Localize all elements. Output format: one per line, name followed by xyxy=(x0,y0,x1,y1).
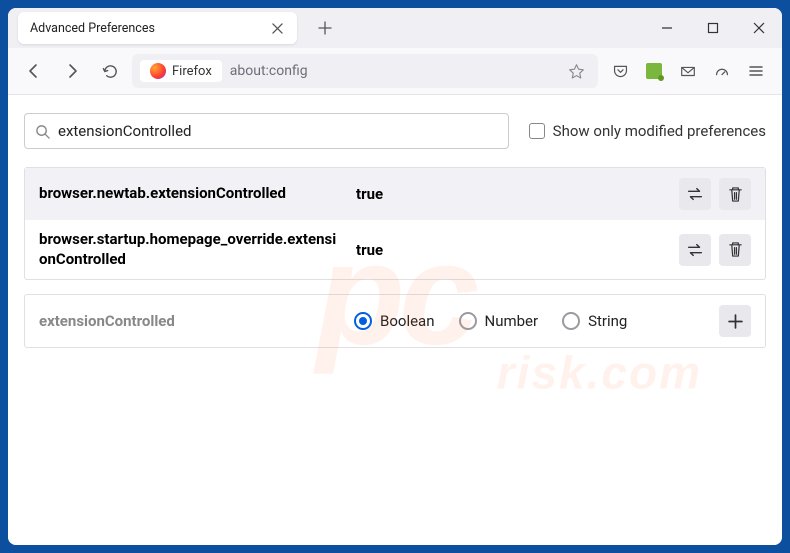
results-group: browser.newtab.extensionControlled true … xyxy=(24,167,766,280)
maximize-icon xyxy=(707,22,719,34)
minimize-icon xyxy=(661,22,673,34)
new-tab-button[interactable] xyxy=(311,14,339,42)
search-icon xyxy=(35,124,50,139)
pref-name: browser.startup.homepage_override.extens… xyxy=(39,230,344,269)
reload-button[interactable] xyxy=(94,55,126,87)
extension-button[interactable] xyxy=(638,55,670,87)
radio-icon xyxy=(354,312,372,330)
row-actions xyxy=(679,178,751,210)
mail-button[interactable] xyxy=(672,55,704,87)
toggle-button[interactable] xyxy=(679,234,711,266)
extension-icon xyxy=(646,63,662,79)
radio-string[interactable]: String xyxy=(562,312,627,330)
search-box[interactable] xyxy=(24,113,509,149)
delete-button[interactable] xyxy=(719,234,751,266)
toggle-button[interactable] xyxy=(679,178,711,210)
toolbar-icons xyxy=(604,55,772,87)
radio-number[interactable]: Number xyxy=(459,312,539,330)
pref-value: true xyxy=(356,241,667,259)
back-icon xyxy=(25,62,43,80)
pref-row[interactable]: browser.startup.homepage_override.extens… xyxy=(25,220,765,279)
tab-title: Advanced Preferences xyxy=(30,21,155,36)
menu-icon xyxy=(748,63,764,79)
dashboard-icon xyxy=(713,62,731,80)
modified-label: Show only modified preferences xyxy=(553,122,766,140)
identity-label: Firefox xyxy=(172,64,212,79)
firefox-logo-icon xyxy=(150,63,166,79)
search-row: Show only modified preferences xyxy=(24,113,766,149)
trash-icon xyxy=(728,241,743,258)
menu-button[interactable] xyxy=(740,55,772,87)
new-pref-name: extensionControlled xyxy=(39,312,344,330)
pref-value: true xyxy=(356,185,667,203)
search-input[interactable] xyxy=(58,122,498,140)
pocket-button[interactable] xyxy=(604,55,636,87)
dashboard-button[interactable] xyxy=(706,55,738,87)
star-icon xyxy=(568,63,585,80)
toggle-icon xyxy=(686,243,704,257)
window-controls xyxy=(644,8,782,48)
close-window-button[interactable] xyxy=(736,8,782,48)
close-icon[interactable] xyxy=(271,21,285,35)
close-icon xyxy=(753,22,765,34)
delete-button[interactable] xyxy=(719,178,751,210)
pref-row[interactable]: browser.newtab.extensionControlled true xyxy=(25,168,765,220)
reload-icon xyxy=(102,63,119,80)
plus-icon xyxy=(318,21,332,35)
checkbox-icon[interactable] xyxy=(529,123,545,139)
radio-boolean[interactable]: Boolean xyxy=(354,312,435,330)
new-pref-row: extensionControlled Boolean Number Strin… xyxy=(24,294,766,348)
titlebar: Advanced Preferences xyxy=(8,8,782,48)
toggle-icon xyxy=(686,187,704,201)
type-radios: Boolean Number String xyxy=(354,312,709,330)
identity-box[interactable]: Firefox xyxy=(140,60,222,82)
modified-only-toggle[interactable]: Show only modified preferences xyxy=(529,122,766,140)
navbar: Firefox about:config xyxy=(8,48,782,95)
add-icon xyxy=(728,314,743,329)
radio-label: String xyxy=(588,312,627,330)
tab-advanced-preferences[interactable]: Advanced Preferences xyxy=(18,12,297,44)
radio-label: Boolean xyxy=(380,312,435,330)
radio-icon xyxy=(562,312,580,330)
maximize-button[interactable] xyxy=(690,8,736,48)
pref-name: browser.newtab.extensionControlled xyxy=(39,184,344,204)
bookmark-button[interactable] xyxy=(562,57,590,85)
trash-icon xyxy=(728,186,743,203)
content: Show only modified preferences browser.n… xyxy=(8,95,782,545)
row-actions xyxy=(679,234,751,266)
urlbar[interactable]: Firefox about:config xyxy=(132,54,598,88)
forward-button[interactable] xyxy=(56,55,88,87)
back-button[interactable] xyxy=(18,55,50,87)
radio-icon xyxy=(459,312,477,330)
forward-icon xyxy=(63,62,81,80)
minimize-button[interactable] xyxy=(644,8,690,48)
mail-icon xyxy=(679,62,697,80)
url-text: about:config xyxy=(230,63,554,79)
add-button[interactable] xyxy=(719,305,751,337)
pocket-icon xyxy=(612,63,629,80)
radio-label: Number xyxy=(485,312,539,330)
